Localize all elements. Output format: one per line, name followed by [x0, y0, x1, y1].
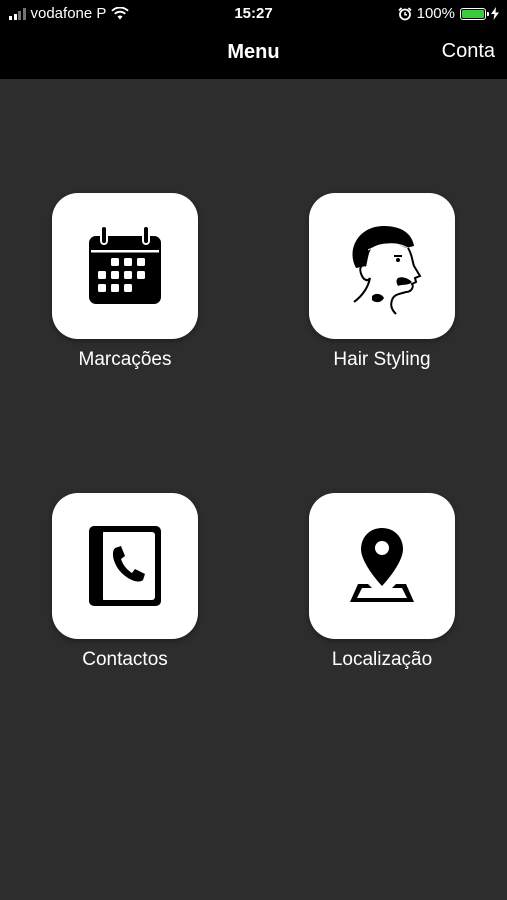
- barber-portrait-icon: [352, 226, 422, 315]
- tile-label: Hair Styling: [333, 349, 431, 370]
- menu-tile-hair-styling[interactable]: Hair Styling: [307, 193, 457, 371]
- tile-icon-box: [52, 193, 198, 339]
- page-title: Menu: [227, 41, 280, 63]
- battery-percent: 100%: [416, 5, 455, 22]
- tile-icon-box: [309, 493, 455, 639]
- menu-tile-bookings[interactable]: Marcações: [50, 193, 200, 371]
- tile-label: Marcações: [78, 349, 172, 370]
- account-button[interactable]: Conta: [442, 40, 495, 63]
- charging-icon: [491, 7, 499, 20]
- menu-tile-contacts[interactable]: Contactos: [50, 493, 200, 671]
- tile-label: Localização: [331, 649, 433, 670]
- tile-icon-box: [309, 193, 455, 339]
- navigation-bar: Menu Conta: [0, 28, 507, 79]
- tile-icon-box: [52, 493, 198, 639]
- status-bar: vodafone P 15:27 100%: [0, 0, 507, 28]
- phonebook-icon: [89, 526, 161, 606]
- tile-label: Contactos: [82, 649, 168, 670]
- calendar-icon: [89, 226, 161, 304]
- menu-tile-location[interactable]: Localização: [307, 493, 457, 671]
- status-right: 100%: [397, 5, 499, 22]
- alarm-icon: [397, 6, 412, 20]
- map-pin-icon: [350, 528, 414, 602]
- battery-icon: [460, 7, 489, 20]
